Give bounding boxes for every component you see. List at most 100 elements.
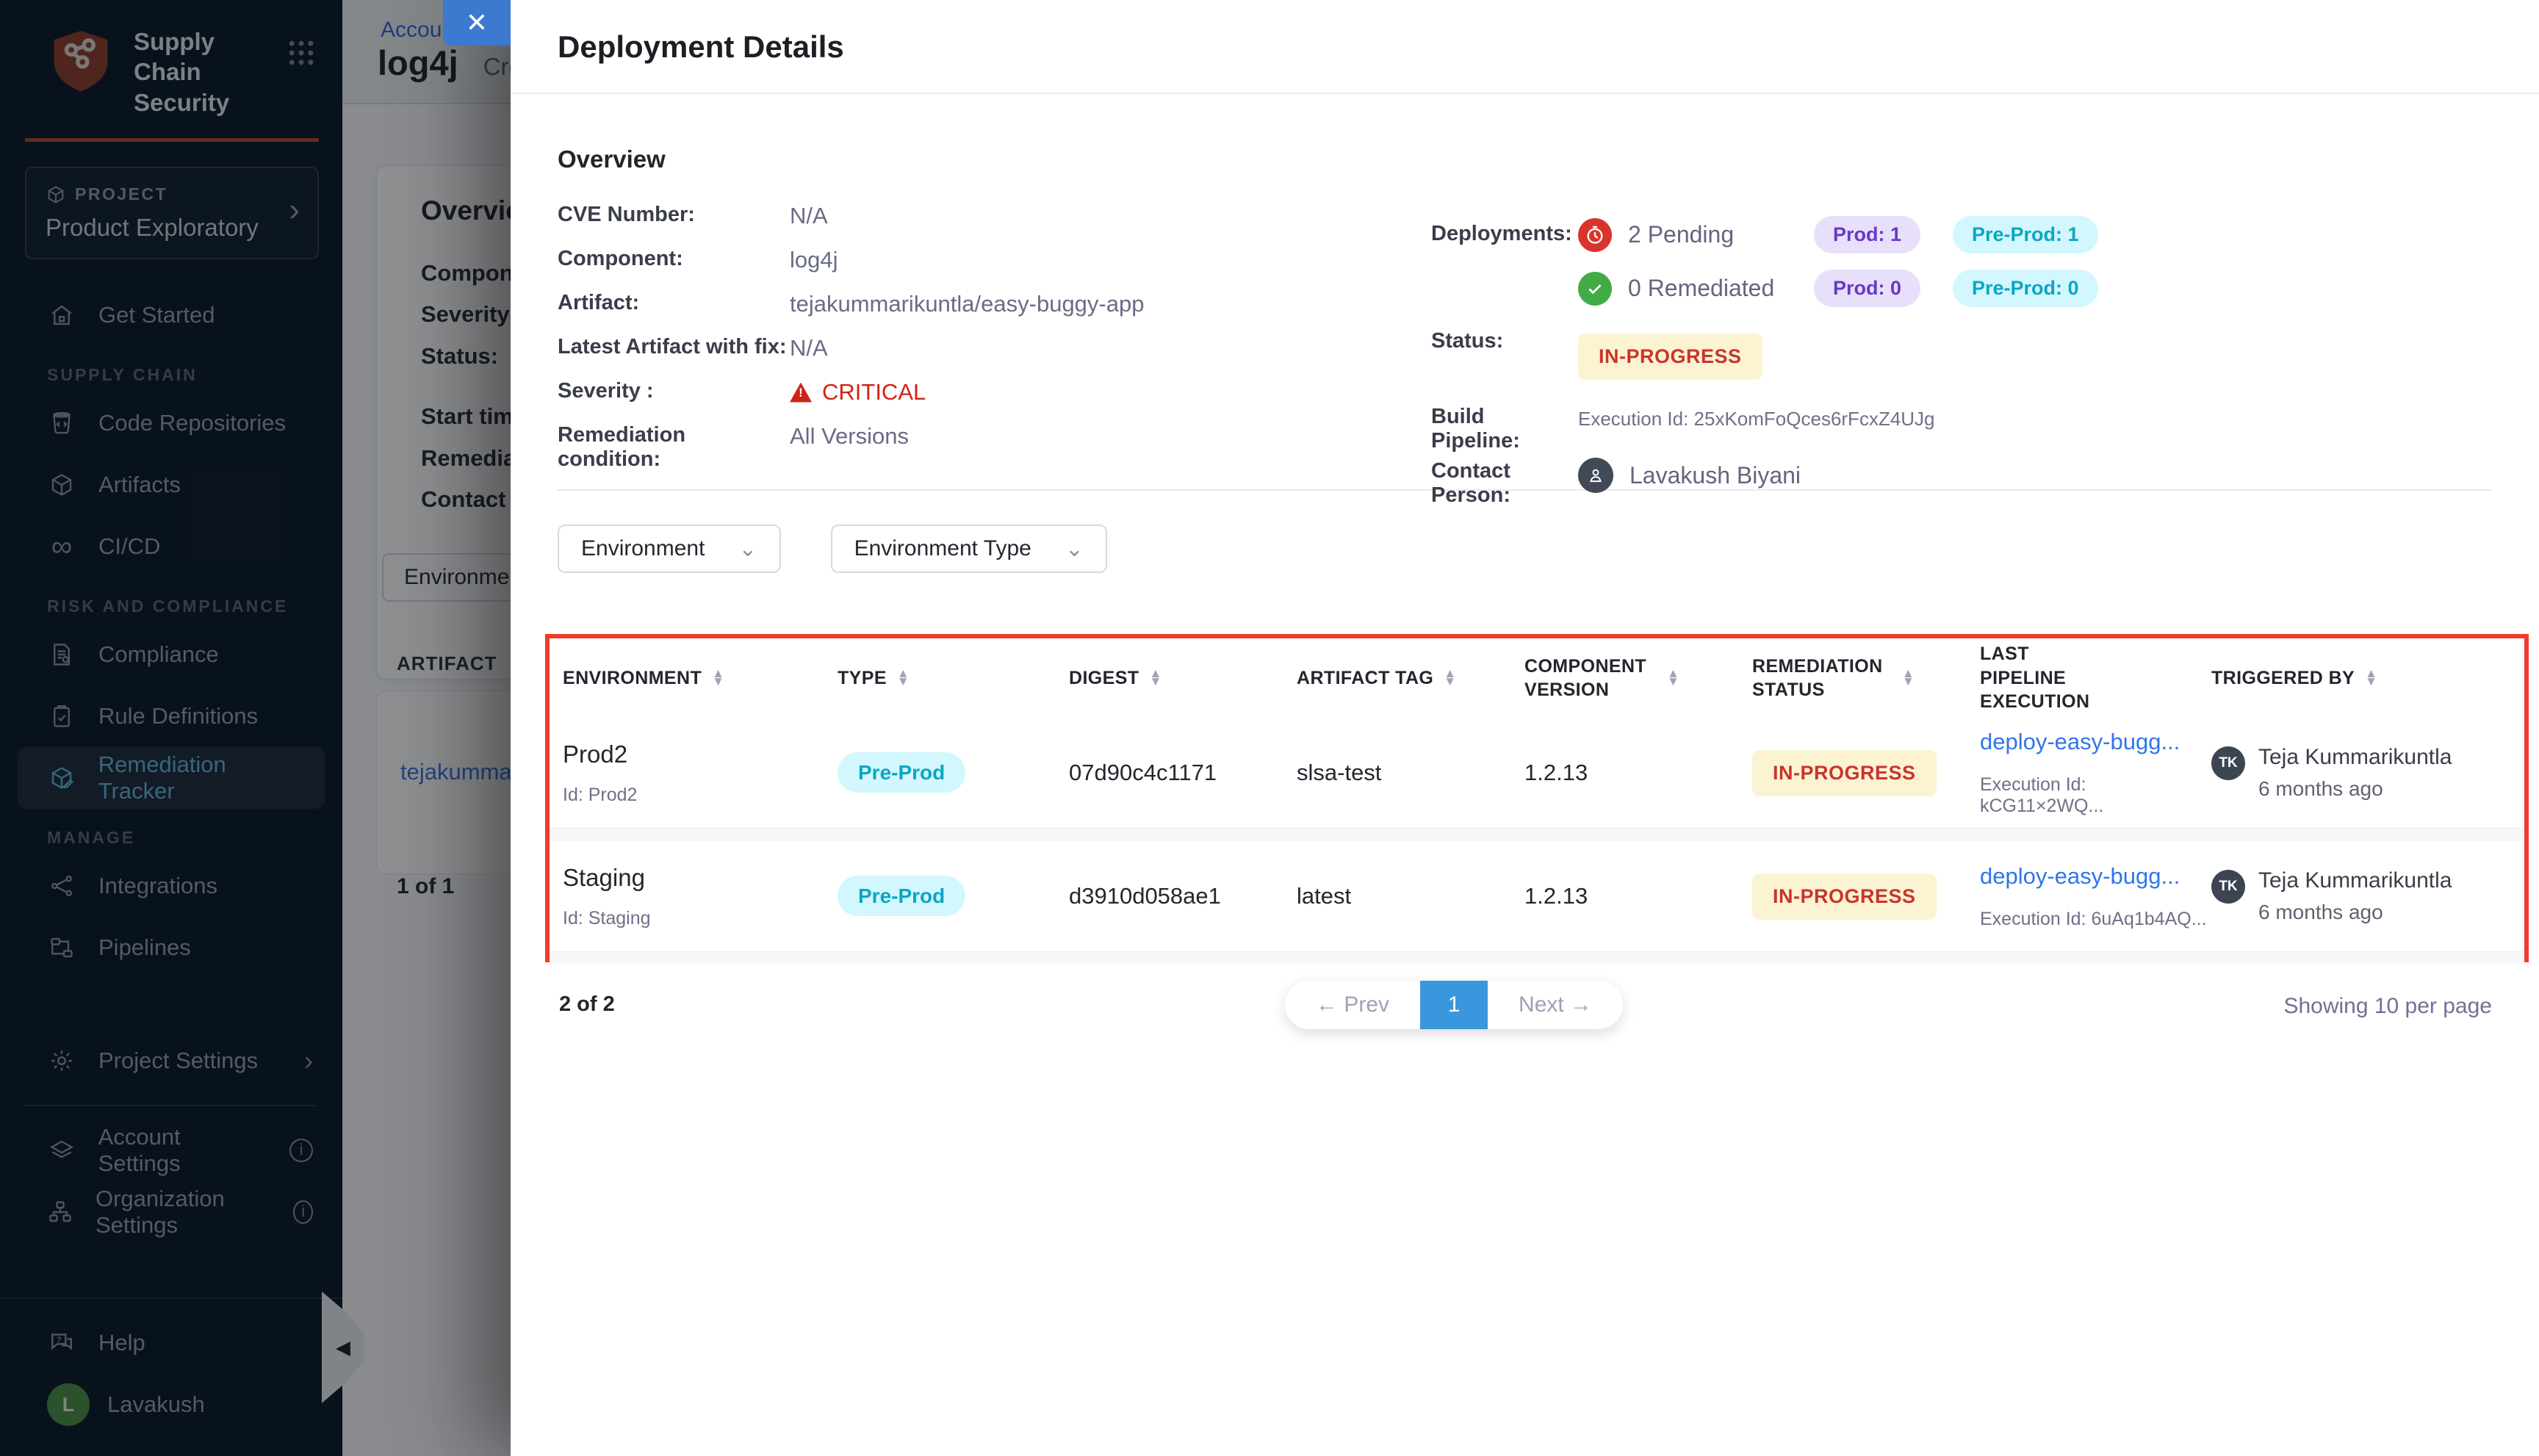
column-digest: DIGEST ▲▼ — [1069, 666, 1297, 691]
page-1-button[interactable]: 1 — [1420, 981, 1488, 1029]
column-remediation-status: REMEDIATION STATUS ▲▼ — [1752, 655, 1980, 702]
modal-title: Deployment Details — [511, 0, 2539, 65]
column-label: REMEDIATION STATUS — [1752, 655, 1892, 702]
sort-icon[interactable]: ▲▼ — [1667, 670, 1679, 685]
cell-component-version: 1.2.13 — [1524, 883, 1752, 909]
pagination-row: 2 of 2 ← Prev 1 Next → Showing 10 per pa… — [558, 981, 2492, 1032]
status-badge: IN-PROGRESS — [1752, 750, 1937, 796]
sort-icon[interactable]: ▲▼ — [897, 670, 910, 685]
trigger-user: Teja Kummarikuntla — [2258, 745, 2452, 770]
preprod-badge: Pre-Prod: 1 — [1953, 216, 2098, 253]
contact-person-value: Lavakush Biyani — [1578, 458, 2098, 508]
field-value: N/A — [790, 335, 828, 361]
cell-remediation-status: IN-PROGRESS — [1752, 750, 1980, 796]
contact-avatar-icon — [1578, 458, 1613, 493]
preprod-type-badge: Pre-Prod — [838, 876, 965, 916]
field-label: CVE Number: — [558, 203, 790, 227]
severity-value: CRITICAL — [790, 379, 926, 406]
column-label: DIGEST — [1069, 666, 1139, 691]
deployments-table-highlight: ENVIRONMENT ▲▼ TYPE ▲▼ DIGEST ▲▼ ARTIFAC… — [545, 634, 2529, 962]
modal-close-button[interactable]: ✕ — [443, 0, 511, 46]
table-row: Staging Id: Staging Pre-Prod d3910d058ae… — [550, 841, 2524, 951]
environment-filter[interactable]: Environment ⌄ — [558, 525, 781, 573]
column-label: COMPONENT VERSION — [1524, 655, 1657, 702]
field-component: Component: log4j — [558, 247, 1366, 273]
overview-right-column: Deployments: 2 Pending Prod: 1 Pre-Prod:… — [1431, 216, 2098, 508]
chevron-down-icon: ⌄ — [738, 536, 757, 562]
sort-icon[interactable]: ▲▼ — [712, 670, 724, 685]
field-value: log4j — [790, 247, 838, 273]
cell-component-version: 1.2.13 — [1524, 760, 1752, 786]
column-label: TRIGGERED BY — [2211, 666, 2355, 691]
close-icon: ✕ — [466, 7, 488, 38]
prev-button[interactable]: ← Prev — [1285, 981, 1420, 1029]
remediated-check-icon — [1578, 272, 1612, 306]
field-value: N/A — [790, 203, 828, 229]
environment-id: Id: Prod2 — [563, 785, 838, 806]
build-pipeline-label: Build Pipeline: — [1431, 399, 1578, 453]
field-label: Component: — [558, 247, 790, 271]
cell-artifact-tag: latest — [1297, 883, 1524, 909]
column-artifact-tag: ARTIFACT TAG ▲▼ — [1297, 666, 1524, 691]
user-avatar: TK — [2211, 746, 2245, 780]
status-badge: IN-PROGRESS — [1752, 873, 1937, 920]
environment-type-filter[interactable]: Environment Type ⌄ — [831, 525, 1107, 573]
field-label: Severity : — [558, 379, 790, 403]
sort-icon[interactable]: ▲▼ — [1902, 670, 1915, 685]
cell-digest: 07d90c4c1171 — [1069, 760, 1297, 786]
field-latest-artifact: Latest Artifact with fix: N/A — [558, 335, 1366, 361]
trigger-meta: Teja Kummarikuntla 6 months ago — [2258, 868, 2452, 924]
warning-triangle-icon — [790, 383, 812, 403]
sort-icon[interactable]: ▲▼ — [2365, 670, 2377, 685]
prod-badge: Prod: 0 — [1814, 270, 1920, 307]
pending-row: 2 Pending Prod: 1 Pre-Prod: 1 — [1578, 216, 2098, 253]
column-label: TYPE — [838, 666, 887, 691]
filter-label: Environment Type — [854, 536, 1031, 561]
deployments-label: Deployments: — [1431, 216, 1578, 323]
column-component-version: COMPONENT VERSION ▲▼ — [1524, 655, 1737, 702]
filter-label: Environment — [581, 536, 705, 561]
field-severity: Severity : CRITICAL — [558, 379, 1366, 406]
cell-last-pipeline: deploy-easy-bugg... Execution Id: 6uAq1b… — [1980, 863, 2211, 930]
column-triggered-by: TRIGGERED BY ▲▼ — [2211, 666, 2524, 691]
build-pipeline-value: Execution Id: 25xKomFoQces6rFcxZ4UJg — [1578, 399, 2098, 439]
cell-triggered-by: TK Teja Kummarikuntla 6 months ago — [2211, 868, 2524, 924]
preprod-badge: Pre-Prod: 0 — [1953, 270, 2098, 307]
severity-text: CRITICAL — [822, 379, 926, 406]
trigger-user: Teja Kummarikuntla — [2258, 868, 2452, 893]
table-row: Prod2 Id: Prod2 Pre-Prod 07d90c4c1171 sl… — [550, 718, 2524, 828]
trigger-time: 6 months ago — [2258, 777, 2452, 801]
status-value-wrap: IN-PROGRESS — [1578, 334, 2098, 380]
environment-name: Prod2 — [563, 740, 838, 768]
modal-header-divider — [511, 93, 2539, 94]
overview-fields: CVE Number: N/A Component: log4j Artifac… — [558, 203, 1366, 472]
cell-last-pipeline: deploy-easy-bugg... Execution Id: kCG11×… — [1980, 729, 2211, 817]
sort-icon[interactable]: ▲▼ — [1444, 670, 1456, 685]
execution-id: Execution Id: kCG11×2WQ... — [1980, 774, 2211, 817]
status-badge: IN-PROGRESS — [1578, 334, 1762, 380]
cell-environment: Staging Id: Staging — [563, 864, 838, 929]
deployment-details-modal: Deployment Details Overview CVE Number: … — [511, 0, 2539, 1456]
field-artifact: Artifact: tejakummarikuntla/easy-buggy-a… — [558, 291, 1366, 317]
row-gap — [550, 828, 2524, 841]
column-label: ARTIFACT TAG — [1297, 666, 1433, 691]
next-button[interactable]: Next → — [1488, 981, 1623, 1029]
sort-icon[interactable]: ▲▼ — [1149, 670, 1162, 685]
pipeline-link[interactable]: deploy-easy-bugg... — [1980, 863, 2211, 890]
column-label: ENVIRONMENT — [563, 666, 702, 691]
field-value: All Versions — [790, 423, 909, 450]
cell-type: Pre-Prod — [838, 761, 1069, 785]
deployments-values: 2 Pending Prod: 1 Pre-Prod: 1 0 Remediat… — [1578, 216, 2098, 323]
per-page-label: Showing 10 per page — [2283, 994, 2492, 1019]
chevron-down-icon: ⌄ — [1065, 536, 1084, 562]
pipeline-link[interactable]: deploy-easy-bugg... — [1980, 729, 2211, 755]
contact-person-label: Contact Person: — [1431, 453, 1549, 508]
user-avatar: TK — [2211, 870, 2245, 904]
pending-count: 2 Pending — [1628, 221, 1786, 248]
cell-type: Pre-Prod — [838, 884, 1069, 908]
field-label: Artifact: — [558, 291, 790, 315]
pagination-summary: 2 of 2 — [559, 992, 615, 1017]
execution-id: Execution Id: 6uAq1b4AQ... — [1980, 909, 2211, 930]
field-label: Remediation condition: — [558, 423, 790, 472]
pager: ← Prev 1 Next → — [1285, 981, 1623, 1029]
